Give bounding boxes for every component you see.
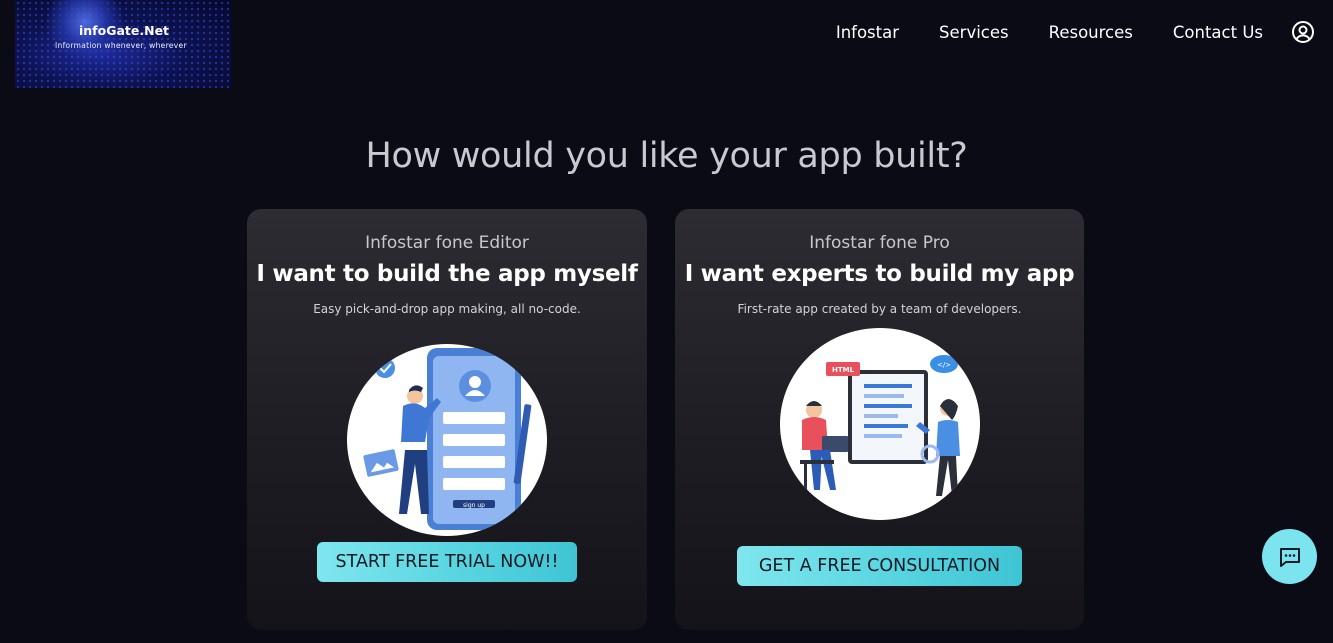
free-consultation-button[interactable]: GET A FREE CONSULTATION [737,546,1022,586]
site-logo[interactable]: infoGate.Net Information whenever, where… [15,0,231,88]
chat-bubble-icon [1279,547,1300,567]
card-description: Easy pick-and-drop app making, all no-co… [313,302,581,316]
nav-item-contact-us[interactable]: Contact Us [1173,23,1263,42]
card-subtitle: Infostar fone Pro [809,233,950,253]
logo-tagline: Information whenever, wherever [55,41,187,50]
developers-illustration: HTML </> [780,328,980,520]
account-circle-icon[interactable] [1291,20,1315,44]
illustration-signup-label: sign up [463,502,485,509]
page-heading: How would you like your app built? [365,136,968,176]
illustration-code-label: </> [937,361,951,369]
nav-item-resources[interactable]: Resources [1049,23,1133,42]
page: infoGate.Net Information whenever, where… [0,0,1333,643]
nav-item-infostar[interactable]: Infostar [836,23,899,42]
diy-app-illustration: sign up [347,344,547,536]
card-subtitle: Infostar fone Editor [365,233,529,253]
card-title: I want to build the app myself [256,261,638,287]
nav-item-services[interactable]: Services [939,23,1009,42]
start-free-trial-button[interactable]: START FREE TRIAL NOW!! [317,542,577,582]
chat-button[interactable] [1262,529,1317,584]
illustration-html-badge: HTML [832,366,855,374]
pro-card: Infostar fone Pro I want experts to buil… [675,209,1084,630]
main-nav: Infostar Services Resources Contact Us [836,20,1333,44]
card-title: I want experts to build my app [684,261,1075,287]
logo-name: infoGate.Net [79,23,170,38]
card-description: First-rate app created by a team of deve… [737,302,1022,316]
editor-card: Infostar fone Editor I want to build the… [247,209,647,630]
